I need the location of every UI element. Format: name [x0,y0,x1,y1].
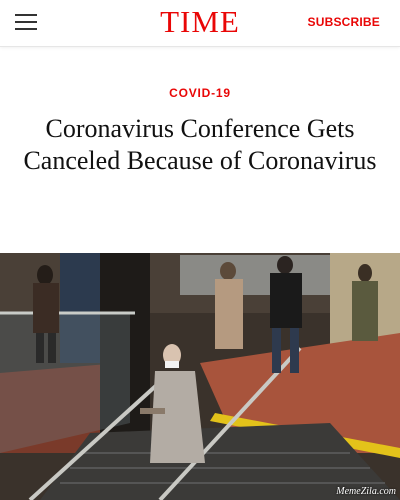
top-header: TIME SUBSCRIBE [0,0,400,47]
article-photo: MemeZila.com [0,253,400,500]
subway-station-image [0,253,400,500]
subscribe-button[interactable]: SUBSCRIBE [308,15,380,29]
article-headline: Coronavirus Conference Gets Canceled Bec… [23,114,377,175]
section-tag[interactable]: COVID-19 [0,86,400,100]
watermark: MemeZila.com [336,486,396,497]
